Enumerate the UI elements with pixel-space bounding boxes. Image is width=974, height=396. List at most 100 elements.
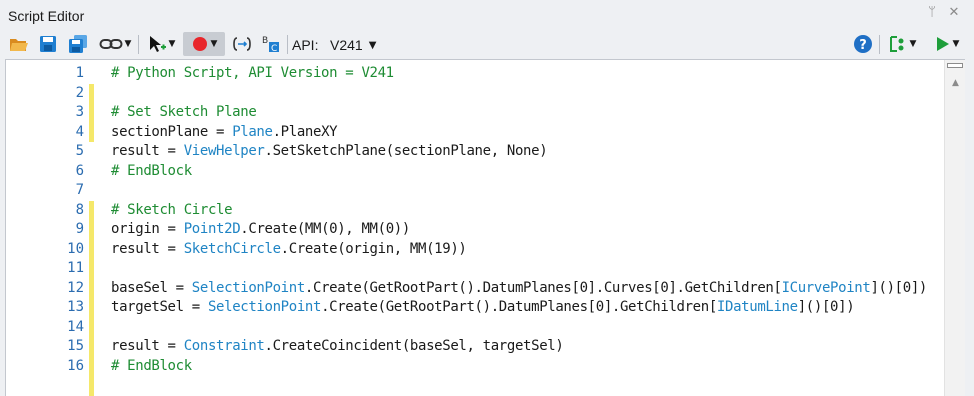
save-as-button[interactable] bbox=[66, 32, 90, 56]
svg-text:?: ? bbox=[859, 38, 867, 53]
line-number: 12 bbox=[67, 279, 84, 296]
line-number: 8 bbox=[75, 201, 84, 218]
save-button[interactable] bbox=[37, 32, 59, 56]
line-number: 10 bbox=[67, 240, 84, 257]
select-tool-button[interactable]: ▼ bbox=[143, 32, 179, 56]
line-number: 14 bbox=[67, 318, 84, 335]
line-number: 15 bbox=[67, 338, 84, 354]
code-line[interactable]: 9 origin = Point2D.Create(MM(0), MM(0)) bbox=[6, 220, 936, 240]
toolbar-separator bbox=[138, 35, 139, 54]
vertical-scrollbar[interactable]: ▲ bbox=[944, 60, 965, 396]
code-line[interactable]: 5 result = ViewHelper.SetSketchPlane(sect… bbox=[6, 142, 936, 162]
api-version-value: V241 bbox=[330, 37, 363, 53]
code-comment: # Python Script, API Version = V241 bbox=[111, 65, 394, 81]
code-type-name: Plane bbox=[232, 123, 273, 140]
run-icon bbox=[936, 37, 949, 51]
code-line[interactable]: 8 # Sketch Circle bbox=[6, 201, 936, 221]
code-line[interactable]: 2 bbox=[6, 84, 936, 104]
code-type-name: ViewHelper bbox=[183, 143, 265, 159]
open-folder-button[interactable] bbox=[8, 32, 30, 56]
code-lines: 1 # Python Script, API Version = V241 2 3 # … bbox=[6, 64, 936, 376]
code-text: # Python Script, API Version = V241 bbox=[111, 64, 394, 84]
code-text: result = SketchCircle.Create(origin, MM(… bbox=[111, 240, 467, 260]
help-icon: ? bbox=[854, 35, 872, 53]
line-number: 9 bbox=[75, 221, 84, 237]
code-token: sectionPlane = bbox=[111, 123, 233, 140]
code-line[interactable]: 7 bbox=[6, 181, 936, 201]
bracket-icon bbox=[233, 37, 251, 51]
line-number: 4 bbox=[75, 123, 84, 140]
api-version-select[interactable]: V241 ▼ bbox=[330, 34, 376, 56]
code-token: origin = bbox=[111, 221, 184, 237]
code-token: ]()[0]) bbox=[797, 299, 855, 315]
run-options-caret[interactable]: ▼ bbox=[910, 39, 917, 49]
select-dropdown-caret[interactable]: ▼ bbox=[169, 39, 176, 49]
open-folder-icon bbox=[10, 39, 28, 51]
code-text: result = Constraint.CreateCoincident(bas… bbox=[111, 337, 564, 357]
record-dropdown-caret[interactable]: ▼ bbox=[211, 39, 218, 49]
line-number: 13 bbox=[67, 299, 84, 315]
code-token: .Create(GetRootPart().DatumPlanes[0].Get… bbox=[321, 299, 717, 315]
run-options-button[interactable]: ▼ bbox=[884, 32, 920, 56]
record-button[interactable]: ▼ bbox=[183, 32, 225, 56]
code-line[interactable]: 11 bbox=[6, 259, 936, 279]
code-token: result = bbox=[111, 338, 184, 354]
line-number: 16 bbox=[67, 357, 84, 374]
code-comment: # EndBlock bbox=[111, 162, 192, 179]
select-tool-icon bbox=[149, 36, 166, 52]
run-options-icon bbox=[889, 36, 904, 52]
line-number: 5 bbox=[75, 143, 84, 159]
link-dropdown-caret[interactable]: ▼ bbox=[125, 39, 132, 49]
code-token: targetSel = bbox=[111, 299, 208, 315]
code-token: .SetSketchPlane(sectionPlane, None) bbox=[264, 143, 548, 159]
toolbar: ▼ ▼ ▼ B C API: V241 ▼ ? ▼ ▼ bbox=[0, 30, 974, 58]
code-type-name: ICurvePoint bbox=[781, 279, 871, 296]
line-number: 2 bbox=[75, 84, 84, 101]
code-token: result = bbox=[111, 240, 184, 257]
close-icon[interactable]: ✕ bbox=[946, 4, 962, 22]
code-token: .Create(MM(0), MM(0)) bbox=[240, 221, 410, 237]
help-button[interactable]: ? bbox=[852, 32, 874, 56]
code-line[interactable]: 4 sectionPlane = Plane.PlaneXY bbox=[6, 123, 936, 143]
run-dropdown-caret[interactable]: ▼ bbox=[953, 39, 960, 49]
line-number: 1 bbox=[75, 65, 84, 81]
toolbar-separator bbox=[879, 35, 880, 54]
code-editor[interactable]: 1 # Python Script, API Version = V241 2 3 # … bbox=[5, 59, 965, 396]
bracket-button[interactable] bbox=[230, 32, 254, 56]
code-line[interactable]: 12 baseSel = SelectionPoint.Create(GetRoo… bbox=[6, 279, 936, 299]
run-button[interactable]: ▼ bbox=[926, 32, 966, 56]
link-button[interactable]: ▼ bbox=[97, 32, 133, 56]
chevron-down-icon: ▼ bbox=[368, 39, 377, 51]
code-token: ]()[0]) bbox=[870, 279, 927, 296]
code-text: # Set Sketch Plane bbox=[111, 103, 257, 123]
code-line[interactable]: 1 # Python Script, API Version = V241 bbox=[6, 64, 936, 84]
code-type-name: Point2D bbox=[183, 221, 241, 237]
code-text: targetSel = SelectionPoint.Create(GetRoo… bbox=[111, 298, 855, 318]
title-bar: Script Editor ᛘ ✕ bbox=[0, 0, 974, 30]
code-token: .Create(origin, MM(19)) bbox=[280, 240, 467, 257]
window-title: Script Editor bbox=[8, 8, 85, 24]
record-icon bbox=[192, 37, 207, 51]
link-icon bbox=[99, 39, 123, 49]
api-label: API: bbox=[292, 37, 319, 53]
code-line[interactable]: 6 # EndBlock bbox=[6, 162, 936, 182]
toolbar-separator bbox=[287, 35, 288, 54]
line-number: 6 bbox=[75, 162, 84, 179]
pin-icon[interactable]: ᛘ bbox=[924, 4, 940, 22]
code-line[interactable]: 15 result = Constraint.CreateCoincident(b… bbox=[6, 337, 936, 357]
code-line[interactable]: 3 # Set Sketch Plane bbox=[6, 103, 936, 123]
code-token: .CreateCoincident(baseSel, targetSel) bbox=[264, 338, 564, 354]
code-line[interactable]: 16 # EndBlock bbox=[6, 357, 936, 377]
code-token: result = bbox=[111, 143, 184, 159]
code-line[interactable]: 13 targetSel = SelectionPoint.Create(GetR… bbox=[6, 298, 936, 318]
scroll-up-icon[interactable]: ▲ bbox=[945, 76, 966, 90]
code-line[interactable]: 14 bbox=[6, 318, 936, 338]
code-text: # EndBlock bbox=[111, 162, 192, 182]
variable-button[interactable]: B C bbox=[259, 32, 283, 56]
scrollbar-grip[interactable] bbox=[947, 63, 963, 68]
code-text: baseSel = SelectionPoint.Create(GetRootP… bbox=[111, 279, 927, 299]
code-text: origin = Point2D.Create(MM(0), MM(0)) bbox=[111, 220, 410, 240]
code-type-name: Constraint bbox=[183, 338, 265, 354]
code-line[interactable]: 10 result = SketchCircle.Create(origin, M… bbox=[6, 240, 936, 260]
code-text: sectionPlane = Plane.PlaneXY bbox=[111, 123, 338, 143]
